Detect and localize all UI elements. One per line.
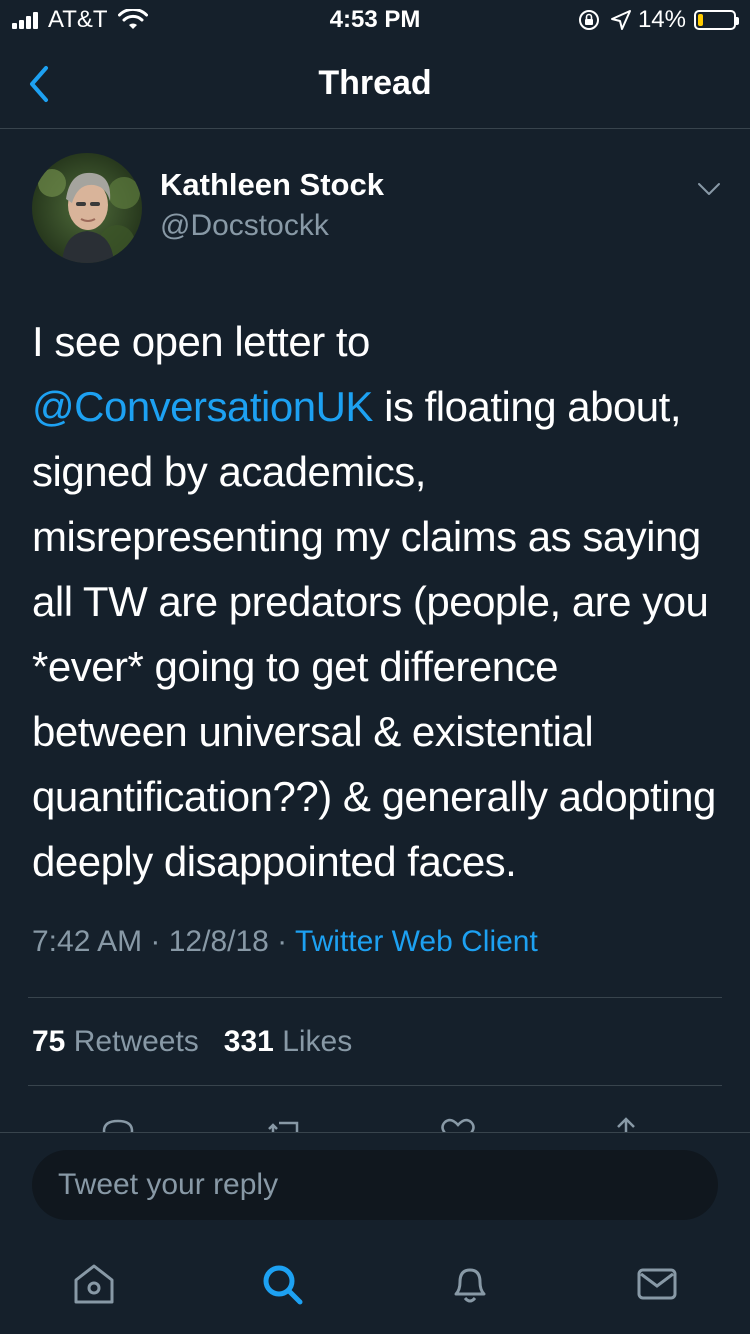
- tweet-meta: 7:42 AM · 12/8/18 · Twitter Web Client: [32, 925, 538, 959]
- battery-icon: [694, 10, 739, 30]
- tab-bar: [0, 1234, 750, 1334]
- like-label: Likes: [282, 1025, 353, 1058]
- retweet-count: 75: [32, 1025, 66, 1058]
- home-icon[interactable]: [70, 1260, 118, 1308]
- meta-separator: ·: [142, 925, 169, 958]
- reply-bar: [0, 1132, 750, 1235]
- tweet-text-start: I see open letter to: [32, 318, 370, 365]
- tweet-time: 7:42 AM: [32, 925, 143, 958]
- author-name[interactable]: Kathleen Stock: [160, 167, 384, 203]
- mention-link[interactable]: @ConversationUK: [32, 383, 373, 430]
- tweet-date: 12/8/18: [168, 925, 269, 958]
- battery-level: [698, 14, 703, 26]
- tweet-client-link[interactable]: Twitter Web Client: [295, 925, 538, 958]
- like-count: 331: [223, 1025, 274, 1058]
- messages-icon[interactable]: [633, 1260, 681, 1308]
- author-handle[interactable]: @Docstockk: [160, 209, 329, 243]
- notifications-icon[interactable]: [446, 1260, 494, 1308]
- battery-percent: 14%: [637, 6, 686, 33]
- retweets-stat[interactable]: 75 Retweets: [32, 1025, 199, 1058]
- chevron-down-icon[interactable]: [696, 179, 722, 199]
- status-right: 14%: [578, 6, 739, 34]
- status-bar: AT&T 4:53 PM 14%: [0, 0, 750, 40]
- avatar[interactable]: [32, 153, 142, 263]
- orientation-lock-icon: [578, 10, 599, 30]
- divider: [28, 997, 722, 998]
- tweet-actions: [0, 1105, 750, 1135]
- page-title: Thread: [318, 64, 432, 102]
- reply-input[interactable]: [32, 1150, 718, 1220]
- divider: [28, 1085, 722, 1086]
- nav-bar: Thread: [0, 40, 750, 129]
- retweet-label: Retweets: [73, 1025, 199, 1058]
- tweet-text-rest: is floating about, signed by academics, …: [32, 383, 716, 885]
- avatar-image: [32, 153, 142, 263]
- location-icon: [610, 10, 631, 30]
- tweet-text: I see open letter to @ConversationUK is f…: [32, 309, 722, 894]
- meta-separator-2: ·: [268, 925, 295, 958]
- likes-stat[interactable]: 331 Likes: [224, 1025, 352, 1058]
- tweet-stats: 75 Retweets 331 Likes: [32, 1025, 352, 1059]
- search-icon[interactable]: [258, 1260, 306, 1308]
